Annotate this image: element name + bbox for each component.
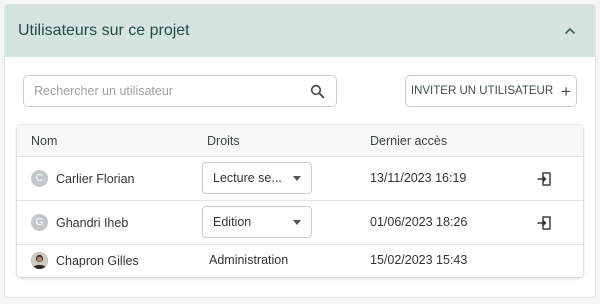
avatar [31,252,48,269]
rights-select-value: Lecture se... [213,171,282,185]
logout-icon[interactable] [535,170,553,188]
search-input[interactable] [34,84,308,98]
table-header: Nom Droits Dernier accès [17,125,583,157]
invite-user-label: INVITER UN UTILISATEUR [410,85,554,97]
user-name: Ghandri Iheb [56,215,129,230]
table-row: G Ghandri Iheb Edition 01/06/2023 18:26 [17,201,583,245]
rights-select[interactable]: Edition [202,206,312,238]
last-access: 13/11/2023 16:19 [370,171,467,185]
avatar: G [31,214,48,231]
user-name: Carlier Florian [56,171,135,186]
column-header-last-access[interactable]: Dernier accès [370,134,447,148]
users-panel: Utilisateurs sur ce projet INVITER UN UT… [4,4,596,298]
rights-select[interactable]: Lecture se... [202,162,312,194]
rights-select-value: Edition [213,215,252,229]
last-access: 01/06/2023 18:26 [370,215,468,229]
column-header-name[interactable]: Nom [31,134,57,148]
users-table: Nom Droits Dernier accès C Carlier Flori… [17,125,583,277]
plus-icon: + [561,81,572,101]
user-name: Chapron Gilles [56,253,139,268]
panel-header[interactable]: Utilisateurs sur ce projet [5,5,595,57]
dropdown-caret-icon [293,175,301,181]
table-row: Chapron Gilles Administration 15/02/2023… [17,245,583,277]
user-cell: G Ghandri Iheb [31,214,128,231]
rights-value: Administration [209,253,289,267]
dropdown-caret-icon [293,219,301,225]
panel-title: Utilisateurs sur ce projet [18,22,190,39]
search-field[interactable] [23,75,337,107]
search-icon[interactable] [308,82,326,100]
table-row: C Carlier Florian Lecture se... 13/11/20… [17,157,583,201]
chevron-up-icon[interactable] [561,22,579,40]
column-header-rights[interactable]: Droits [207,134,240,148]
logout-icon[interactable] [535,214,553,232]
last-access: 15/02/2023 15:43 [370,253,468,267]
avatar: C [31,170,48,187]
user-cell: Chapron Gilles [31,252,139,269]
invite-user-button[interactable]: INVITER UN UTILISATEUR + [405,75,577,107]
user-cell: C Carlier Florian [31,170,135,187]
